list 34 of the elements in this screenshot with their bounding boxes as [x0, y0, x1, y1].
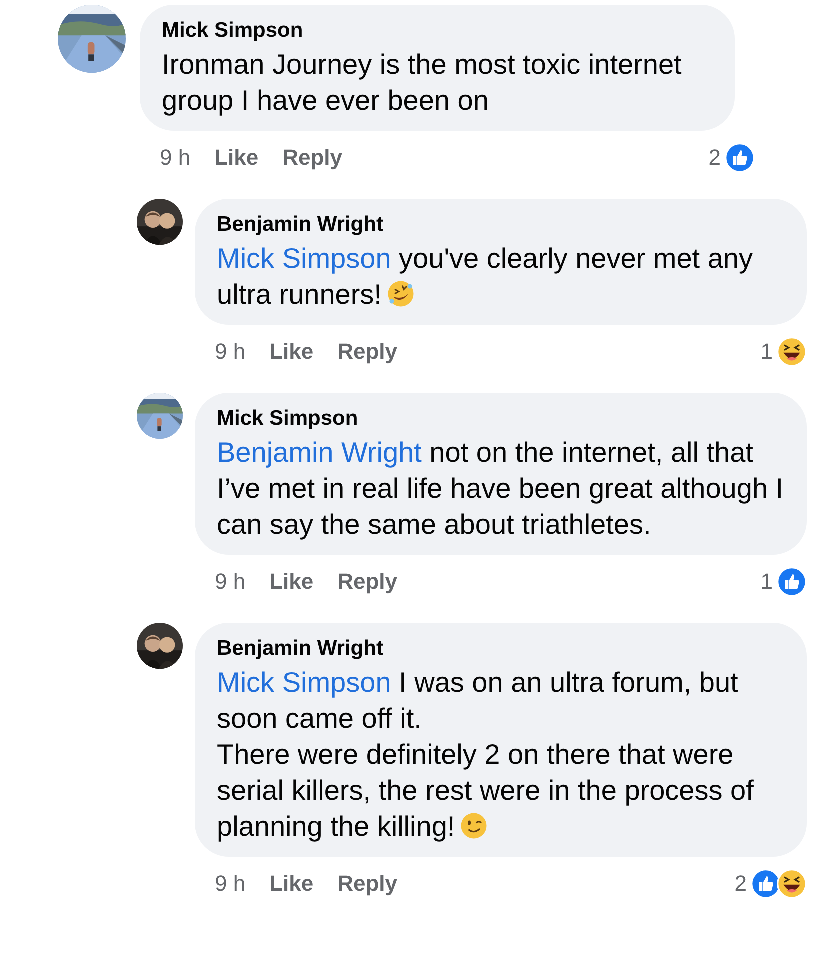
action-link[interactable]: Like [214, 145, 259, 171]
author-name[interactable]: Mick Simpson [162, 19, 713, 43]
timestamp[interactable]: 9 h [215, 569, 246, 595]
reaction-count[interactable]: 1 [760, 339, 773, 365]
timestamp[interactable]: 9 h [160, 145, 191, 171]
author-name[interactable]: Benjamin Wright [217, 637, 785, 661]
reaction-count[interactable]: 2 [734, 871, 747, 897]
action-link[interactable]: Reply [338, 339, 398, 365]
like-icon [725, 143, 755, 173]
like-icon [777, 567, 807, 597]
comment-text: Mick Simpson you've clearly never met any ultra runners! [217, 242, 754, 312]
action-link[interactable]: Reply [282, 145, 343, 171]
action-link[interactable]: Like [270, 339, 314, 365]
timestamp[interactable]: 9 h [215, 339, 246, 365]
mention-link[interactable]: Mick Simpson [217, 243, 392, 274]
action-link[interactable]: Reply [338, 569, 398, 595]
like-icon [751, 869, 781, 899]
comment-text: Ironman Journey is the most toxic internet group I have ever been on [162, 48, 683, 118]
reaction-count[interactable]: 2 [708, 145, 721, 171]
author-name[interactable]: Benjamin Wright [217, 213, 785, 237]
reaction-count[interactable]: 1 [760, 569, 773, 595]
timestamp[interactable]: 9 h [215, 871, 246, 897]
laughing-emoji-icon [777, 869, 807, 899]
comment-text: Mick Simpson I was on an ultra forum, but soon came off it. There were definitely 2 on there that were serial killers, the rest were in the process of planning the killing! [217, 666, 755, 844]
action-link[interactable]: Reply [338, 871, 398, 897]
author-name[interactable]: Mick Simpson [217, 407, 785, 431]
mention-link[interactable]: Mick Simpson [217, 667, 392, 698]
mention-link[interactable]: Benjamin Wright [217, 437, 422, 468]
comment-text: Benjamin Wright not on the internet, all that I’ve met in real life have been great although I can say the same about triathletes. [217, 436, 785, 542]
winking-emoji-icon [459, 811, 490, 841]
laughing-emoji-icon [386, 279, 416, 309]
action-link[interactable]: Like [270, 871, 314, 897]
laughing-emoji-icon [777, 337, 807, 367]
action-link[interactable]: Like [270, 569, 314, 595]
